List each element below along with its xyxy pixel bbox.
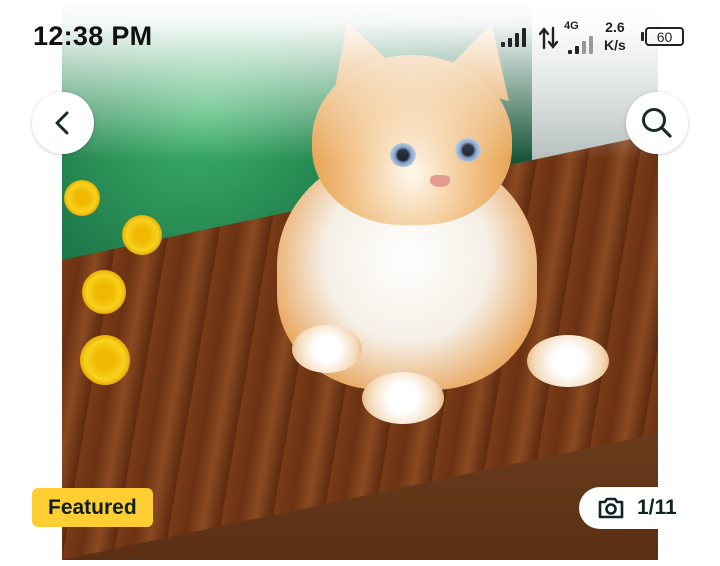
kitten-paw (292, 325, 362, 373)
kitten-eye (455, 138, 481, 162)
battery-icon: 60 (645, 27, 684, 46)
back-button[interactable] (32, 92, 94, 154)
image-counter-text: 1/11 (637, 496, 677, 519)
flower-decoration (64, 180, 100, 216)
status-bar: 12:38 PM 4G 2.6 K/s 60 (0, 0, 720, 75)
kitten-eye (390, 143, 416, 167)
chevron-left-icon (55, 111, 69, 135)
featured-badge: Featured (32, 488, 153, 527)
speed-value: 2.6 (605, 19, 625, 35)
search-icon (642, 108, 672, 138)
signal-icon (501, 28, 526, 47)
flower-decoration (82, 270, 126, 314)
data-transfer-icon (538, 26, 559, 50)
listing-photo[interactable] (62, 0, 658, 560)
battery-tip (641, 32, 644, 41)
kitten-paw (362, 372, 444, 424)
flower-decoration (80, 335, 130, 385)
camera-icon (598, 497, 624, 519)
search-button[interactable] (626, 92, 688, 154)
network-type-label: 4G (564, 20, 579, 32)
flower-decoration (122, 215, 162, 255)
kitten-nose (430, 175, 450, 187)
speed-unit: K/s (604, 37, 626, 53)
network-speed: 2.6 K/s (604, 18, 626, 54)
status-time: 12:38 PM (33, 21, 153, 51)
signal-2-icon (568, 36, 593, 54)
kitten-head (312, 55, 512, 225)
battery-level: 60 (656, 28, 673, 45)
kitten-paw (527, 335, 609, 387)
image-counter[interactable]: 1/11 (579, 487, 691, 529)
